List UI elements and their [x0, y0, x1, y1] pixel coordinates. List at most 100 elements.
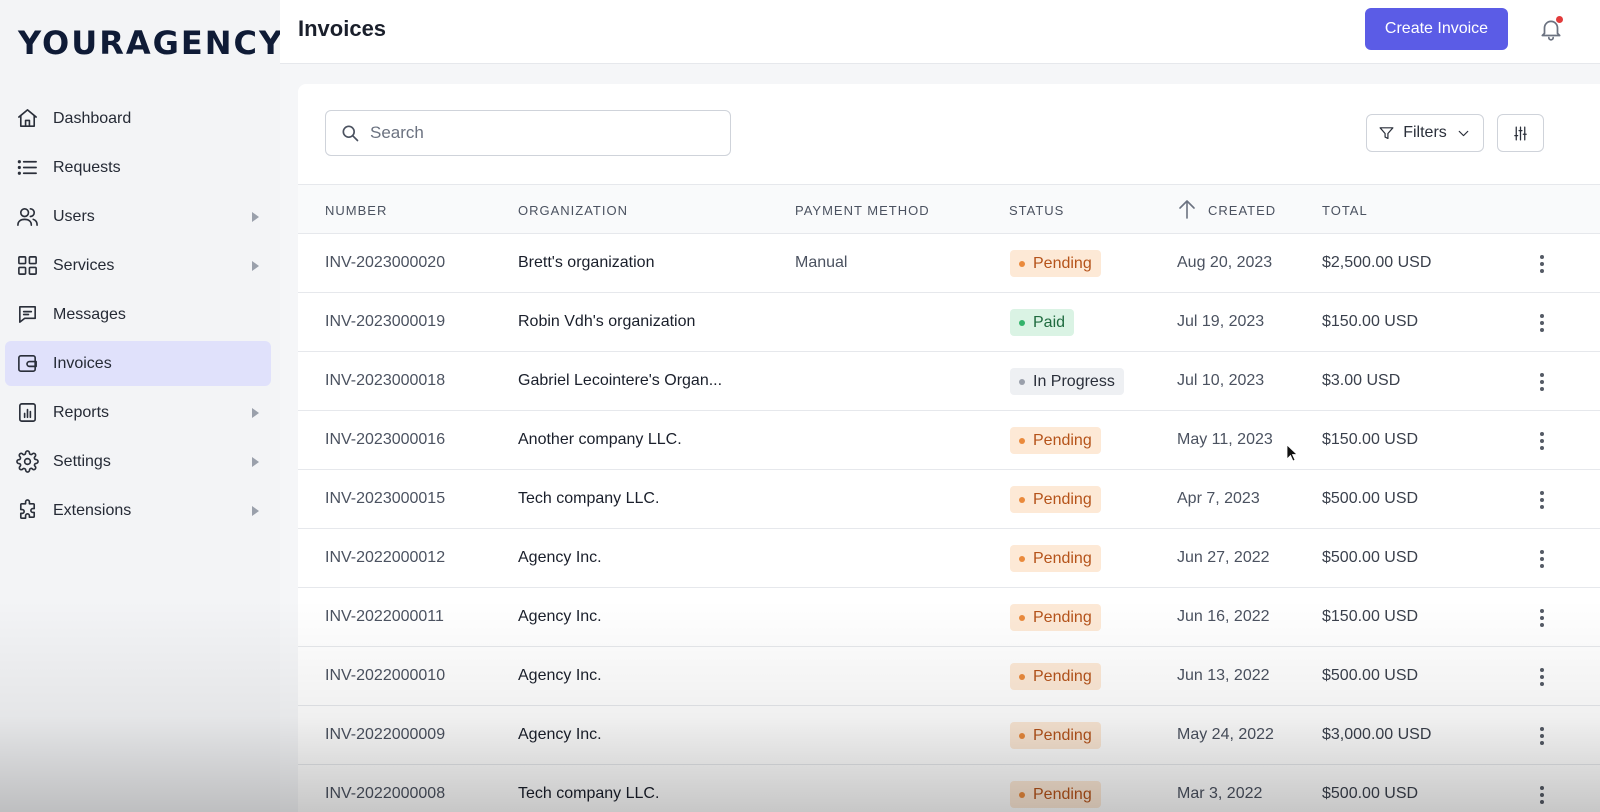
- invoice-number[interactable]: INV-2022000008: [325, 785, 445, 803]
- sidebar-item-users[interactable]: Users: [5, 194, 271, 239]
- sidebar-item-label: Services: [53, 256, 115, 274]
- column-header-number[interactable]: NUMBER: [325, 203, 387, 218]
- sidebar-item-messages[interactable]: Messages: [5, 292, 271, 337]
- more-options-icon[interactable]: [1532, 427, 1552, 455]
- created-date: Jun 13, 2022: [1177, 667, 1270, 684]
- report-icon: [15, 401, 39, 425]
- sidebar-item-dashboard[interactable]: Dashboard: [5, 96, 271, 141]
- sort-arrow-up-icon[interactable]: [1177, 198, 1197, 220]
- created-date: May 24, 2022: [1177, 726, 1274, 743]
- brand-logo[interactable]: YOURAGENCY: [18, 24, 284, 62]
- table-row[interactable]: INV-2022000010 Agency Inc. Pending Jun 13, …: [298, 647, 1600, 706]
- invoice-total: $500.00 USD: [1322, 490, 1419, 507]
- bell-icon[interactable]: [1538, 16, 1564, 42]
- invoice-total: $3.00 USD: [1322, 372, 1401, 389]
- invoice-number[interactable]: INV-2023000019: [325, 313, 445, 331]
- created-date: Aug 20, 2023: [1177, 254, 1273, 271]
- sidebar-item-label: Settings: [53, 452, 111, 470]
- sidebar-nav: Dashboard Requests Users Services Messag…: [5, 96, 271, 537]
- status-badge: Pending: [1010, 250, 1101, 277]
- column-settings-button[interactable]: [1497, 114, 1544, 152]
- column-header-organization[interactable]: ORGANIZATION: [518, 203, 628, 218]
- create-invoice-button[interactable]: Create Invoice: [1365, 8, 1508, 50]
- more-options-icon[interactable]: [1532, 368, 1552, 396]
- table-row[interactable]: INV-2022000009 Agency Inc. Pending May 24, …: [298, 706, 1600, 765]
- invoice-number[interactable]: INV-2023000020: [325, 254, 445, 272]
- caret-right-icon: [252, 260, 259, 271]
- invoice-number[interactable]: INV-2022000009: [325, 726, 445, 744]
- column-header-payment-method[interactable]: PAYMENT METHOD: [795, 203, 930, 218]
- invoice-number[interactable]: INV-2022000012: [325, 549, 445, 567]
- organization-name: Agency Inc.: [518, 549, 602, 566]
- invoice-total: $150.00 USD: [1322, 431, 1419, 448]
- sidebar-item-label: Reports: [53, 403, 110, 421]
- invoice-total: $500.00 USD: [1322, 549, 1419, 566]
- search-box[interactable]: [325, 110, 731, 156]
- column-header-created[interactable]: CREATED: [1208, 203, 1276, 218]
- caret-right-icon: [252, 505, 259, 516]
- organization-name: Agency Inc.: [518, 726, 602, 743]
- sidebar-item-label: Invoices: [53, 354, 112, 372]
- caret-right-icon: [252, 211, 259, 222]
- more-options-icon[interactable]: [1532, 250, 1552, 278]
- wallet-icon: [15, 352, 39, 376]
- invoices-card: Filters NUMBER ORGANIZATION PAYMENT METH…: [298, 84, 1600, 812]
- organization-name: Another company LLC.: [518, 431, 682, 448]
- sidebar-item-label: Extensions: [53, 501, 132, 519]
- organization-name: Agency Inc.: [518, 667, 602, 684]
- invoice-total: $150.00 USD: [1322, 313, 1419, 330]
- more-options-icon[interactable]: [1532, 722, 1552, 750]
- sidebar-item-label: Users: [53, 207, 95, 225]
- sidebar-item-reports[interactable]: Reports: [5, 390, 271, 435]
- more-options-icon[interactable]: [1532, 781, 1552, 809]
- more-options-icon[interactable]: [1532, 545, 1552, 573]
- table-row[interactable]: INV-2023000019 Robin Vdh's organization Pa…: [298, 293, 1600, 352]
- status-badge: Paid: [1010, 309, 1075, 336]
- table-row[interactable]: INV-2022000008 Tech company LLC. Pending Ma…: [298, 765, 1600, 812]
- more-options-icon[interactable]: [1532, 663, 1552, 691]
- sidebar-item-settings[interactable]: Settings: [5, 439, 271, 484]
- sliders-icon: [1514, 125, 1527, 141]
- table-header: NUMBER ORGANIZATION PAYMENT METHOD STATU…: [298, 184, 1600, 234]
- payment-method: Manual: [795, 254, 848, 271]
- created-date: Mar 3, 2022: [1177, 785, 1263, 802]
- table-body: INV-2023000020 Brett's organization Manual…: [298, 234, 1600, 812]
- created-date: Jul 19, 2023: [1177, 313, 1265, 330]
- invoice-total: $500.00 USD: [1322, 667, 1419, 684]
- invoice-number[interactable]: INV-2022000010: [325, 667, 445, 685]
- sidebar-item-requests[interactable]: Requests: [5, 145, 271, 190]
- organization-name: Tech company LLC.: [518, 785, 660, 802]
- organization-name: Robin Vdh's organization: [518, 313, 696, 330]
- table-row[interactable]: INV-2022000012 Agency Inc. Pending Jun 27, …: [298, 529, 1600, 588]
- sidebar-item-invoices[interactable]: Invoices: [5, 341, 271, 386]
- invoice-number[interactable]: INV-2022000011: [325, 608, 444, 626]
- table-row[interactable]: INV-2022000011 Agency Inc. Pending Jun 16, …: [298, 588, 1600, 647]
- created-date: Jul 10, 2023: [1177, 372, 1265, 389]
- table-row[interactable]: INV-2023000018 Gabriel Lecointere's Organ…: [298, 352, 1600, 411]
- users-icon: [15, 205, 39, 229]
- search-input[interactable]: [370, 123, 710, 143]
- invoice-number[interactable]: INV-2023000018: [325, 372, 445, 390]
- sidebar-item-label: Messages: [53, 305, 126, 323]
- status-badge: Pending: [1010, 663, 1101, 690]
- more-options-icon[interactable]: [1532, 604, 1552, 632]
- table-row[interactable]: INV-2023000020 Brett's organization Manual…: [298, 234, 1600, 293]
- more-options-icon[interactable]: [1532, 309, 1552, 337]
- notification-dot: [1556, 16, 1563, 23]
- table-row[interactable]: INV-2023000016 Another company LLC. Pendin…: [298, 411, 1600, 470]
- invoice-number[interactable]: INV-2023000016: [325, 431, 445, 449]
- sidebar-item-services[interactable]: Services: [5, 243, 271, 288]
- filters-button[interactable]: Filters: [1366, 114, 1484, 152]
- sidebar-item-extensions[interactable]: Extensions: [5, 488, 271, 533]
- status-badge: In Progress: [1010, 368, 1124, 395]
- table-row[interactable]: INV-2023000015 Tech company LLC. Pending Ap…: [298, 470, 1600, 529]
- gear-icon: [15, 450, 39, 474]
- invoice-number[interactable]: INV-2023000015: [325, 490, 445, 508]
- top-header: Invoices Create Invoice: [280, 0, 1600, 64]
- column-header-total[interactable]: TOTAL: [1322, 203, 1368, 218]
- sidebar: YOURAGENCY Dashboard Requests Users Serv…: [0, 0, 282, 812]
- more-options-icon[interactable]: [1532, 486, 1552, 514]
- organization-name: Agency Inc.: [518, 608, 602, 625]
- organization-name: Brett's organization: [518, 254, 655, 271]
- column-header-status[interactable]: STATUS: [1009, 203, 1064, 218]
